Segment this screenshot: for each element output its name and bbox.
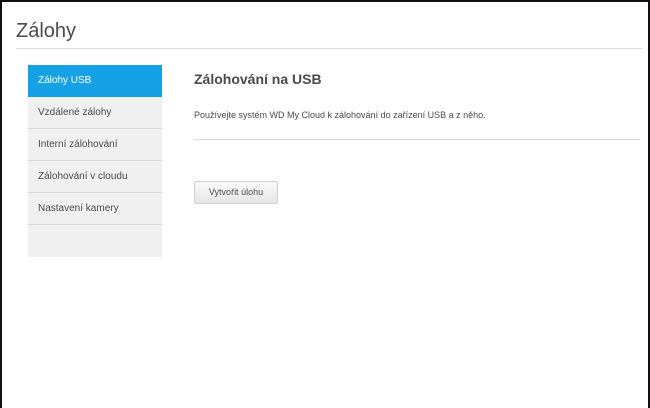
sidebar-item-label: Zálohování v cloudu bbox=[38, 171, 128, 182]
app-window: Zálohy Zálohy USB Vzdálené zálohy Intern… bbox=[0, 0, 650, 408]
section-divider bbox=[194, 139, 640, 140]
sidebar-item-usb-backups[interactable]: Zálohy USB bbox=[28, 65, 162, 97]
backup-sidebar: Zálohy USB Vzdálené zálohy Interní záloh… bbox=[28, 65, 162, 257]
sidebar-item-label: Vzdálené zálohy bbox=[38, 107, 112, 118]
section-heading: Zálohování na USB bbox=[194, 71, 322, 87]
create-job-button[interactable]: Vytvořit úlohu bbox=[194, 181, 278, 204]
sidebar-item-internal-backups[interactable]: Interní zálohování bbox=[28, 129, 162, 161]
page-title: Zálohy bbox=[16, 20, 77, 42]
sidebar-item-camera-settings[interactable]: Nastavení kamery bbox=[28, 193, 162, 225]
sidebar-item-label: Nastavení kamery bbox=[38, 203, 119, 214]
title-divider bbox=[16, 48, 642, 49]
sidebar-item-cloud-backups[interactable]: Zálohování v cloudu bbox=[28, 161, 162, 193]
sidebar-item-label: Zálohy USB bbox=[38, 75, 92, 86]
sidebar-item-label: Interní zálohování bbox=[38, 139, 118, 150]
sidebar-item-remote-backups[interactable]: Vzdálené zálohy bbox=[28, 97, 162, 129]
section-description: Používejte systém WD My Cloud k zálohová… bbox=[194, 110, 486, 120]
